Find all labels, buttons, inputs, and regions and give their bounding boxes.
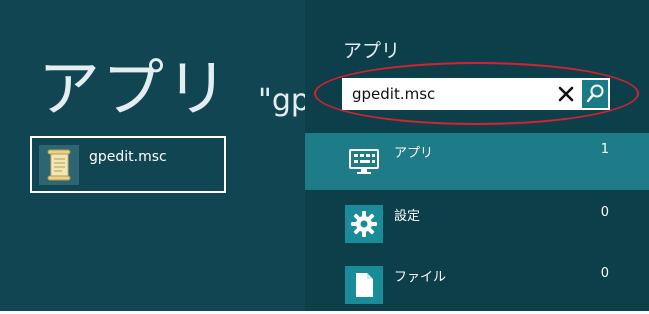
search-input[interactable] xyxy=(352,78,542,110)
filter-settings-count: 0 xyxy=(600,205,609,220)
search-box xyxy=(342,78,610,110)
filter-files-label: ファイル xyxy=(394,270,447,285)
filter-files[interactable]: ファイル 0 xyxy=(305,257,649,314)
filter-files-count: 0 xyxy=(600,266,609,281)
gear-icon xyxy=(345,205,383,243)
filter-settings[interactable]: 設定 0 xyxy=(305,196,649,253)
search-button[interactable] xyxy=(582,80,608,108)
result-tile-gpedit[interactable]: gpedit.msc xyxy=(30,136,226,193)
scroll-icon xyxy=(39,145,79,185)
results-title: アプリ xyxy=(38,52,231,125)
close-icon[interactable] xyxy=(554,82,578,106)
filter-apps-count: 1 xyxy=(600,142,609,157)
app-keyboard-icon xyxy=(345,142,383,180)
filter-settings-label: 設定 xyxy=(394,209,421,224)
magnifier-icon xyxy=(586,84,604,103)
results-heading: アプリ "gpedit.msc" xyxy=(38,38,305,128)
filter-apps[interactable]: アプリ 1 xyxy=(305,133,649,190)
results-pane: アプリ "gpedit.msc" gpedit.msc xyxy=(0,0,305,311)
result-tile-name: gpedit.msc xyxy=(89,149,167,165)
search-pane-title: アプリ xyxy=(343,40,401,62)
document-icon xyxy=(345,266,383,304)
results-query: "gpedit.msc" xyxy=(258,83,305,118)
search-pane: アプリ gpedit.msc アプリ 1 設定 0 ファイル 0 xyxy=(305,0,649,311)
filter-apps-label: アプリ xyxy=(394,146,434,161)
